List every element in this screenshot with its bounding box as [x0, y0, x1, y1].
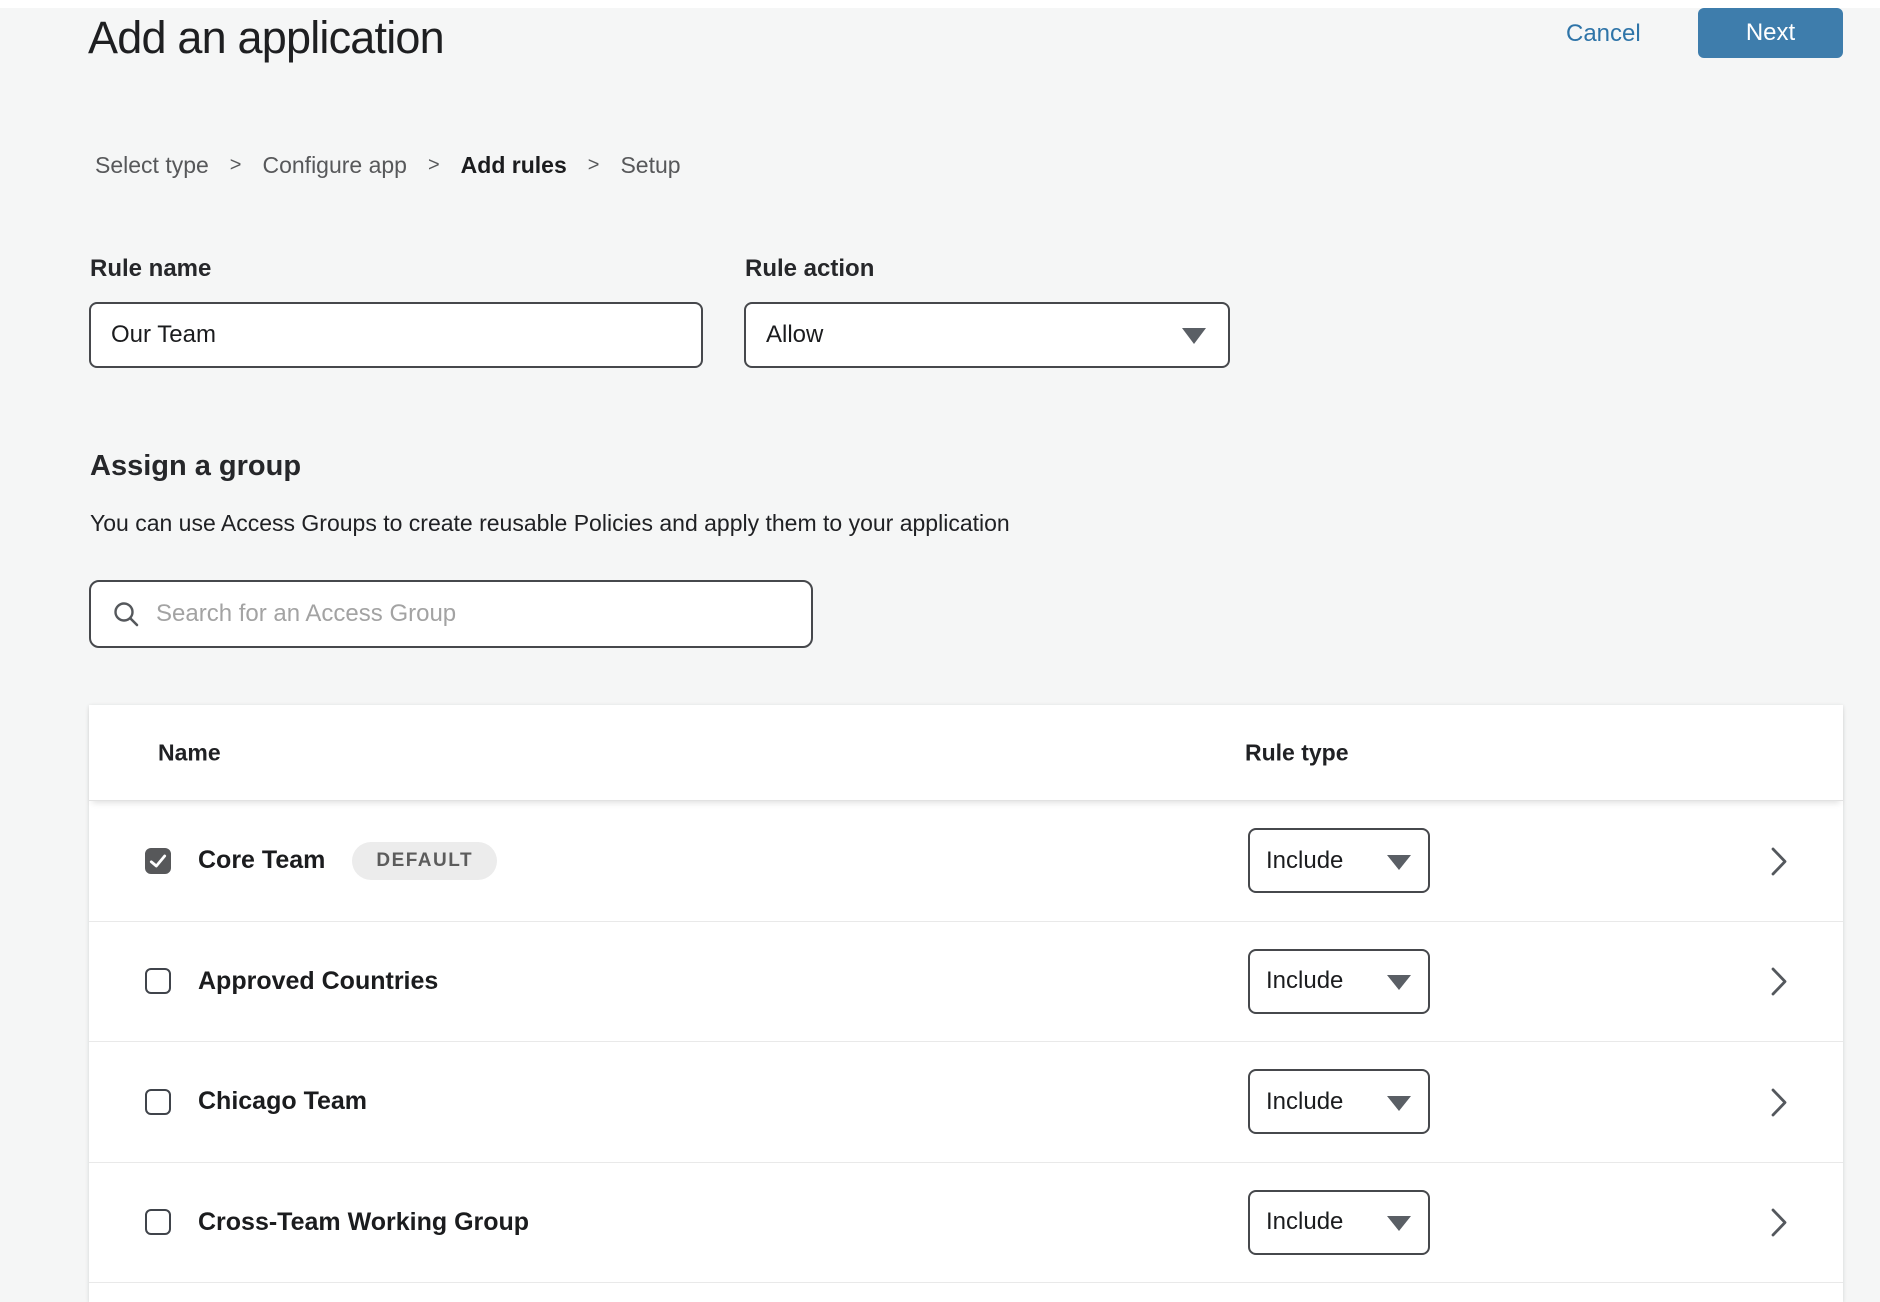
next-button[interactable]: Next [1698, 8, 1843, 58]
row-name-cell: Cross-Team Working Group [145, 1163, 529, 1283]
rule-type-value: Include [1266, 967, 1343, 995]
group-table-body: Core Team DEFAULT Include Approved Count… [89, 801, 1843, 1283]
breadcrumb-step-select-type[interactable]: Select type [95, 152, 209, 179]
search-input[interactable] [140, 581, 811, 647]
rule-type-select[interactable]: Include [1248, 949, 1430, 1014]
group-checkbox[interactable] [145, 1089, 171, 1115]
chevron-right-icon[interactable] [1771, 1208, 1788, 1242]
group-name-label: Cross-Team Working Group [198, 1208, 529, 1237]
breadcrumb-step-setup[interactable]: Setup [620, 152, 680, 179]
chevron-down-icon [1387, 1216, 1411, 1231]
access-groups-table: Name Rule type Core Team DEFAULT Include [89, 705, 1843, 1302]
breadcrumb-step-configure-app[interactable]: Configure app [262, 152, 407, 179]
cancel-button[interactable]: Cancel [1566, 20, 1641, 48]
search-icon [112, 600, 140, 628]
access-group-search [89, 580, 813, 648]
chevron-down-icon [1387, 1096, 1411, 1111]
table-row: Cross-Team Working Group Include [89, 1163, 1843, 1284]
page-title: Add an application [88, 12, 444, 64]
table-row: Core Team DEFAULT Include [89, 801, 1843, 922]
group-name-label: Core Team [198, 846, 325, 875]
rule-name-label: Rule name [90, 255, 211, 283]
table-row: Approved Countries Include [89, 922, 1843, 1043]
column-header-name: Name [158, 739, 221, 766]
chevron-down-icon [1182, 328, 1206, 344]
rule-action-label: Rule action [745, 255, 874, 283]
breadcrumb-separator: > [428, 154, 440, 177]
chevron-right-icon[interactable] [1771, 847, 1788, 881]
table-header-row: Name Rule type [89, 705, 1843, 801]
breadcrumb: Select type > Configure app > Add rules … [95, 152, 681, 179]
breadcrumb-separator: > [230, 154, 242, 177]
breadcrumb-separator: > [588, 154, 600, 177]
assign-group-heading: Assign a group [90, 450, 301, 483]
table-row: Chicago Team Include [89, 1042, 1843, 1163]
rule-type-value: Include [1266, 847, 1343, 875]
rule-type-select[interactable]: Include [1248, 1069, 1430, 1134]
rule-type-select[interactable]: Include [1248, 1190, 1430, 1255]
row-name-cell: Approved Countries [145, 922, 438, 1042]
rule-type-value: Include [1266, 1208, 1343, 1236]
rule-type-select[interactable]: Include [1248, 828, 1430, 893]
assign-group-description: You can use Access Groups to create reus… [90, 510, 1010, 537]
group-checkbox[interactable] [145, 968, 171, 994]
rule-action-select[interactable]: Allow [744, 302, 1230, 368]
chevron-right-icon[interactable] [1771, 967, 1788, 1001]
rule-name-input[interactable] [89, 302, 703, 368]
chevron-down-icon [1387, 975, 1411, 990]
rule-type-value: Include [1266, 1088, 1343, 1116]
group-name-label: Chicago Team [198, 1087, 367, 1116]
column-header-rule-type: Rule type [1245, 739, 1349, 766]
chevron-down-icon [1387, 855, 1411, 870]
add-application-page: { "header": { "title": "Add an applicati… [0, 0, 1880, 1302]
group-checkbox[interactable] [145, 848, 171, 874]
chevron-right-icon[interactable] [1771, 1088, 1788, 1122]
row-name-cell: Core Team DEFAULT [145, 801, 497, 921]
top-white-strip [0, 0, 1880, 8]
breadcrumb-step-add-rules[interactable]: Add rules [461, 152, 567, 179]
checkmark-icon [148, 851, 168, 871]
rule-action-value: Allow [766, 321, 823, 349]
default-badge: DEFAULT [352, 842, 497, 880]
row-name-cell: Chicago Team [145, 1042, 367, 1162]
group-name-label: Approved Countries [198, 967, 438, 996]
group-checkbox[interactable] [145, 1209, 171, 1235]
